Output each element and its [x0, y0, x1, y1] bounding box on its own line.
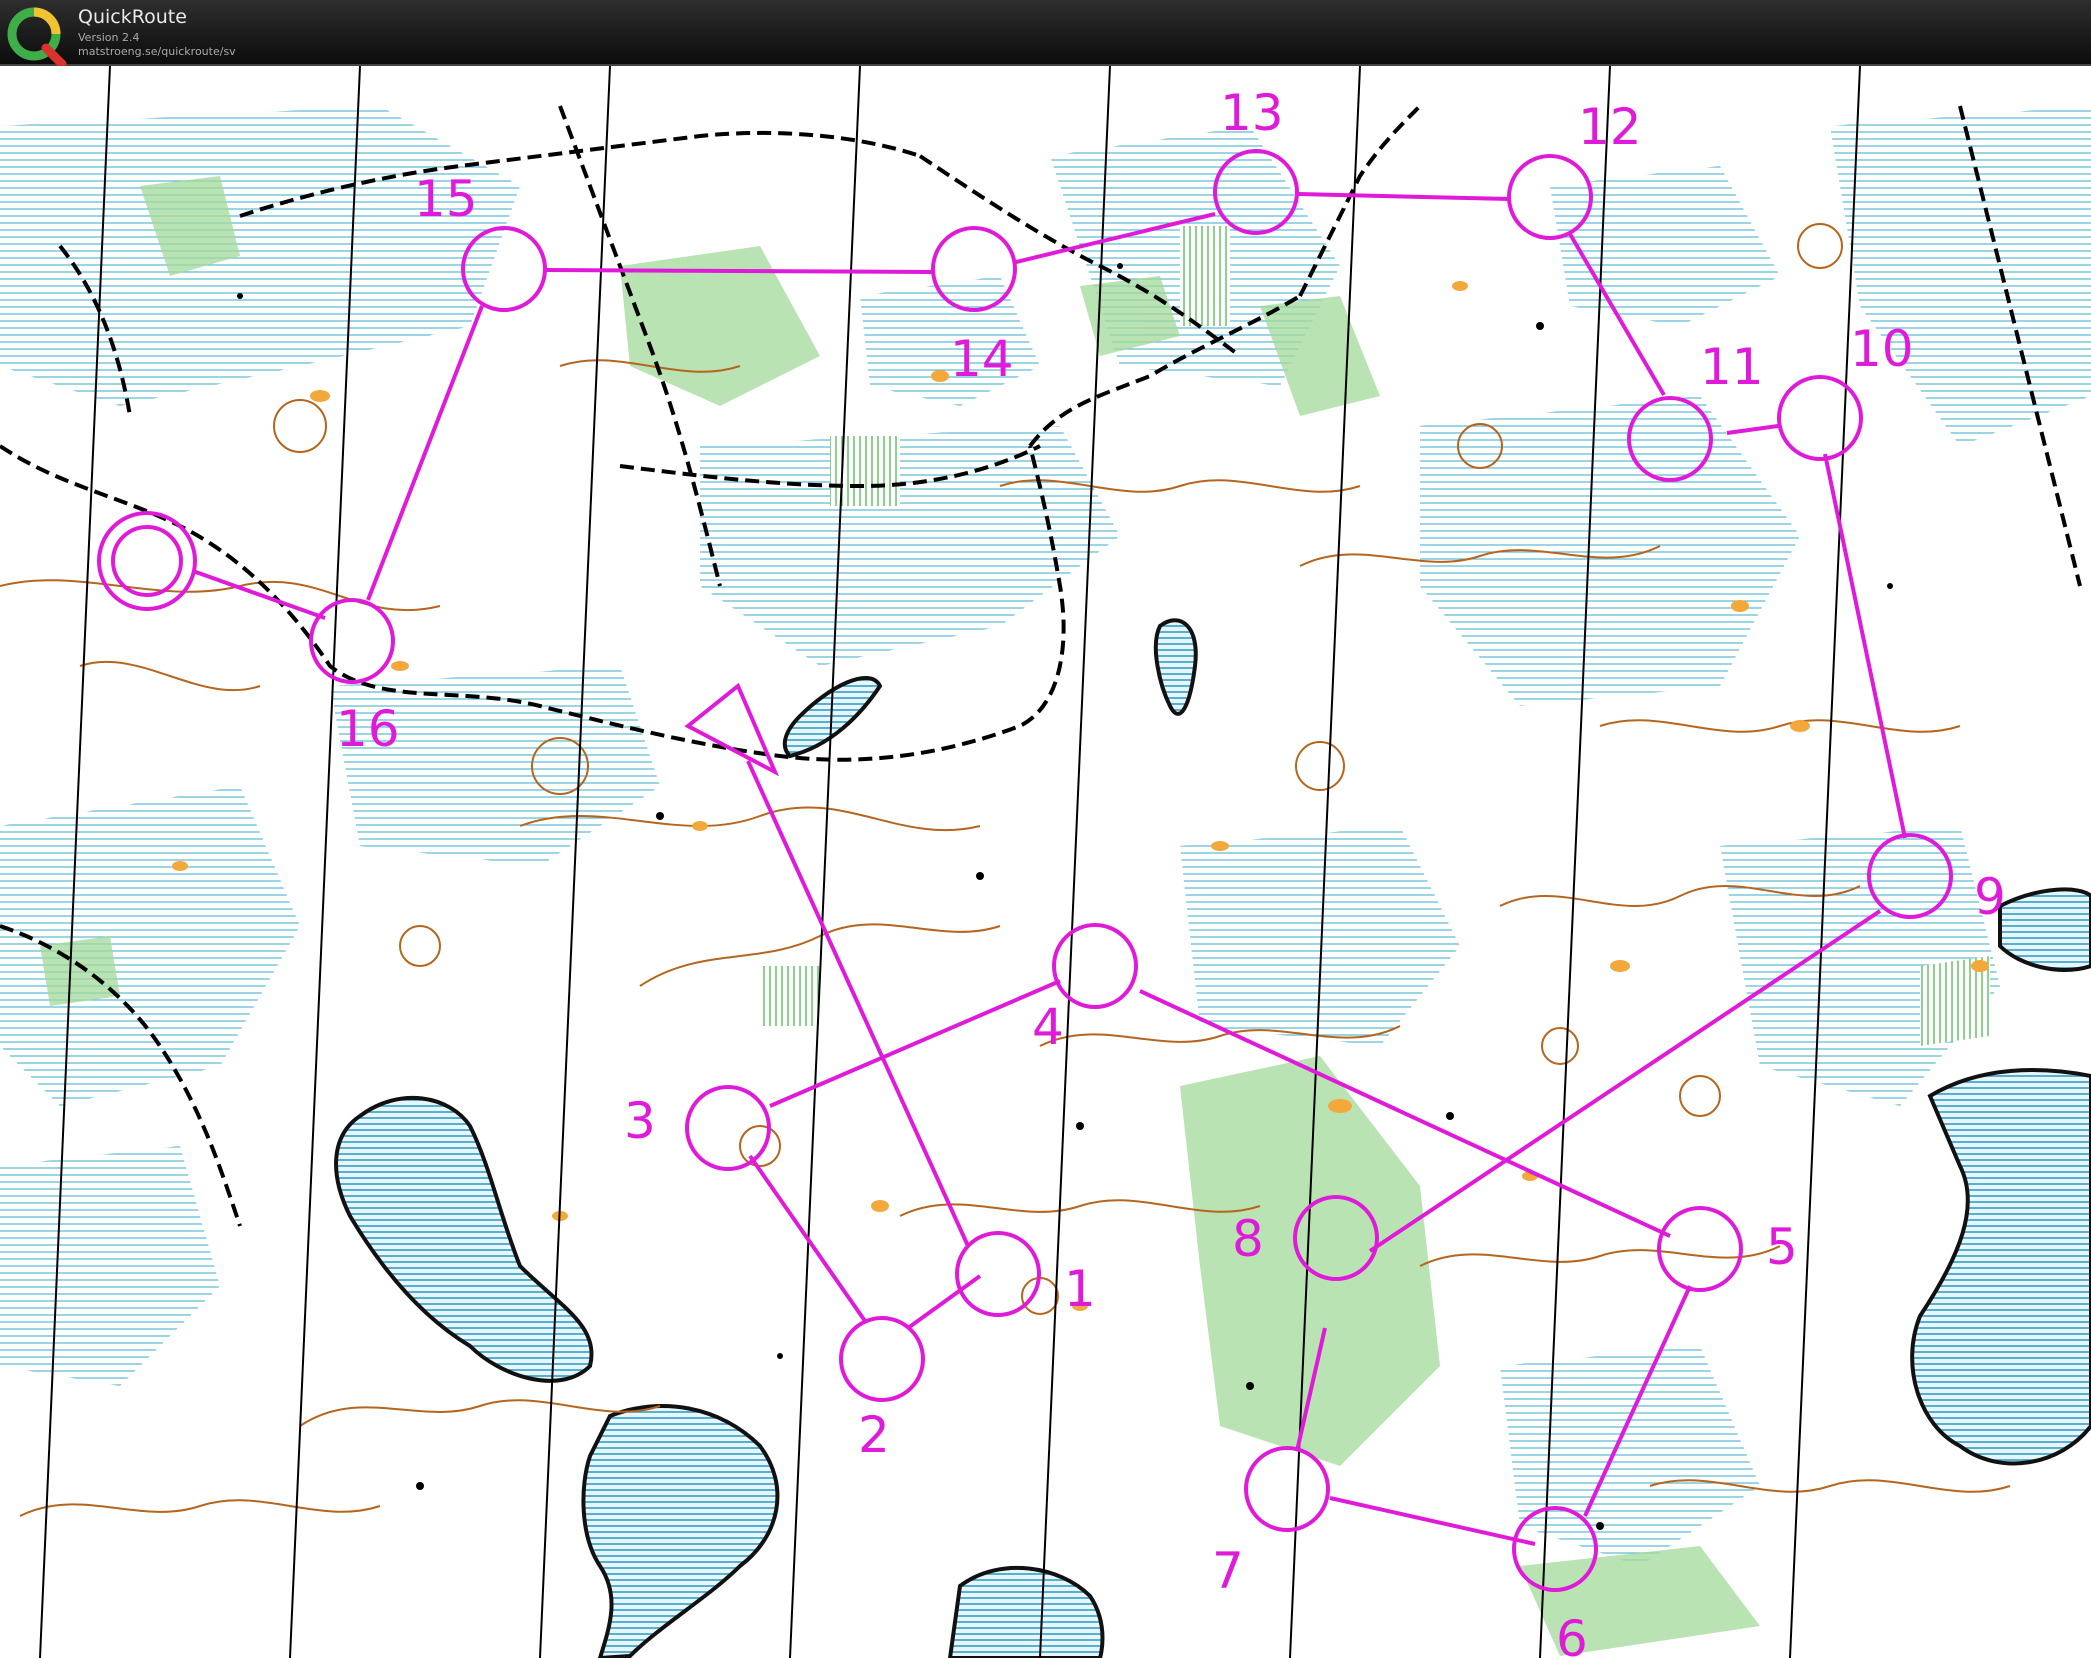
title-bar: QuickRoute Version 2.4 matstroeng.se/qui… — [0, 0, 2091, 66]
control-number-3: 3 — [624, 1092, 656, 1150]
quickroute-logo-icon — [7, 7, 67, 66]
control-number-5: 5 — [1766, 1218, 1798, 1276]
control-number-14: 14 — [950, 330, 1014, 388]
control-number-15: 15 — [414, 170, 478, 228]
control-number-10: 10 — [1850, 320, 1914, 378]
control-number-16: 16 — [336, 700, 400, 758]
map-canvas[interactable]: 1 2 3 4 5 6 7 8 9 10 11 12 13 14 15 16 — [0, 66, 2091, 1658]
app-url[interactable]: matstroeng.se/quickroute/sv — [78, 45, 236, 58]
control-number-12: 12 — [1578, 98, 1642, 156]
control-number-13: 13 — [1220, 84, 1284, 142]
control-number-1: 1 — [1064, 1260, 1096, 1318]
orienteering-map[interactable]: 1 2 3 4 5 6 7 8 9 10 11 12 13 14 15 16 — [0, 66, 2091, 1658]
control-number-6: 6 — [1556, 1610, 1588, 1658]
course-leg — [545, 268, 933, 274]
control-number-2: 2 — [858, 1406, 890, 1464]
control-number-11: 11 — [1700, 338, 1764, 396]
control-number-8: 8 — [1232, 1210, 1264, 1268]
control-number-9: 9 — [1974, 868, 2006, 926]
app-version: Version 2.4 — [78, 31, 140, 44]
control-number-7: 7 — [1212, 1542, 1244, 1600]
app-title: QuickRoute — [78, 6, 187, 28]
control-number-4: 4 — [1032, 998, 1064, 1056]
